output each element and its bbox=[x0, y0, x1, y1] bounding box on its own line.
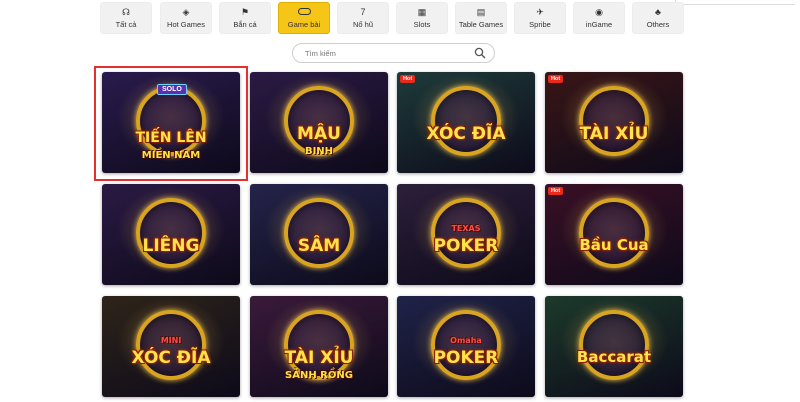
game-card-tai-xiu[interactable]: TÀI XỈU Hot bbox=[545, 72, 683, 173]
tab-label: Others bbox=[646, 20, 670, 29]
tab-bắn-cá[interactable]: ⚑ Bắn cá bbox=[219, 2, 271, 34]
tab-table-games[interactable]: ▤ Table Games bbox=[455, 2, 507, 34]
tab-label: Game bài bbox=[287, 20, 321, 29]
search-icon[interactable] bbox=[474, 47, 486, 59]
tab-label: Slots bbox=[413, 20, 431, 29]
game-title: XÓC ĐĨA bbox=[426, 124, 506, 144]
game-thumbnail bbox=[102, 184, 240, 285]
game-title: TÀI XỈU bbox=[284, 348, 354, 368]
emblem-ring bbox=[579, 198, 649, 268]
game-title: POKER bbox=[433, 348, 499, 368]
game-thumbnail bbox=[545, 296, 683, 397]
game-title: LIÊNG bbox=[142, 236, 200, 256]
game-thumbnail bbox=[102, 296, 240, 397]
game-card-sam[interactable]: SÂM bbox=[250, 184, 388, 285]
hot-badge: Hot bbox=[400, 75, 416, 83]
headset-icon: ☊ bbox=[122, 7, 130, 17]
emblem-ring bbox=[136, 198, 206, 268]
game-thumbnail bbox=[250, 184, 388, 285]
game-thumbnail bbox=[397, 296, 535, 397]
game-subtitle: BINH bbox=[304, 146, 334, 157]
game-title: SÂM bbox=[297, 236, 341, 256]
game-thumbnail bbox=[397, 184, 535, 285]
tab-label: Bắn cá bbox=[233, 20, 257, 29]
game-title: POKER bbox=[433, 236, 499, 256]
game-subtitle: MINI bbox=[160, 336, 182, 345]
fish-icon: ⚑ bbox=[240, 7, 250, 17]
emblem-ring bbox=[284, 198, 354, 268]
game-card-mau-binh[interactable]: MẬU BINH bbox=[250, 72, 388, 173]
solo-badge: SOLO bbox=[157, 84, 187, 95]
tab-slots[interactable]: ▦ Slots bbox=[396, 2, 448, 34]
clover-icon: ♣ bbox=[655, 7, 661, 17]
game-title: Bầu Cua bbox=[579, 236, 649, 254]
hot-badge: Hot bbox=[548, 75, 564, 83]
game-card-baccarat[interactable]: Baccarat bbox=[545, 296, 683, 397]
game-thumbnail bbox=[250, 72, 388, 173]
table-games-icon: ▤ bbox=[476, 7, 486, 17]
diamond-icon: ◈ bbox=[182, 7, 190, 17]
tab-label: Nổ hũ bbox=[352, 20, 373, 29]
tab-ingame[interactable]: ◉ inGame bbox=[573, 2, 625, 34]
tab-others[interactable]: ♣ Others bbox=[632, 2, 684, 34]
dropdown-edge bbox=[675, 0, 795, 5]
seven-icon: 7 bbox=[360, 7, 366, 17]
game-thumbnail bbox=[397, 72, 535, 173]
game-card-omaha-poker[interactable]: POKER Omaha bbox=[397, 296, 535, 397]
emblem-ring bbox=[579, 86, 649, 156]
game-subtitle: MIỀN NAM bbox=[141, 150, 201, 161]
tab-nổ-hũ[interactable]: 7 Nổ hũ bbox=[337, 2, 389, 34]
category-tabs: ☊ Tất cả ◈ Hot Games ⚑ Bắn cá Game bài 7 Nổ hũ ▦ S… bbox=[100, 2, 684, 34]
game-title: TÀI XỈU bbox=[579, 124, 649, 144]
tab-game-bài[interactable]: Game bài bbox=[278, 2, 330, 34]
game-title: TIẾN LÊN bbox=[135, 130, 207, 146]
slot-machine-icon: ▦ bbox=[417, 7, 427, 17]
game-card-bau-cua[interactable]: Bầu Cua Hot bbox=[545, 184, 683, 285]
search-box bbox=[292, 43, 495, 63]
emblem-ring bbox=[431, 86, 501, 156]
tab-spribe[interactable]: ✈ Spribe bbox=[514, 2, 566, 34]
game-subtitle: SẢNH RỒNG bbox=[285, 370, 353, 381]
game-title: MẬU bbox=[297, 124, 341, 144]
game-title: Baccarat bbox=[576, 348, 652, 366]
ingame-icon: ◉ bbox=[595, 7, 603, 17]
tab-label: Hot Games bbox=[167, 20, 205, 29]
spribe-icon: ✈ bbox=[536, 7, 544, 17]
game-card-xoc-dia-mini[interactable]: XÓC ĐĨA MINI bbox=[102, 296, 240, 397]
game-card-tai-xiu-sanh-rong[interactable]: TÀI XỈU SẢNH RỒNG bbox=[250, 296, 388, 397]
game-card-tien-len-mien-nam[interactable]: TIẾN LÊN MIỀN NAM SOLO bbox=[102, 72, 240, 173]
emblem-ring bbox=[579, 310, 649, 380]
game-card-xoc-dia[interactable]: XÓC ĐĨA Hot bbox=[397, 72, 535, 173]
game-thumbnail bbox=[545, 184, 683, 285]
emblem-ring bbox=[431, 310, 501, 380]
tab-label: Spribe bbox=[529, 20, 551, 29]
emblem-ring bbox=[136, 310, 206, 380]
game-subtitle: TEXAS bbox=[451, 224, 481, 233]
game-thumbnail bbox=[250, 296, 388, 397]
game-card-texas-poker[interactable]: POKER TEXAS bbox=[397, 184, 535, 285]
cards-icon bbox=[297, 7, 311, 17]
tab-label: inGame bbox=[585, 20, 613, 29]
game-thumbnail bbox=[545, 72, 683, 173]
game-title: XÓC ĐĨA bbox=[131, 348, 211, 368]
search-input[interactable] bbox=[305, 46, 475, 61]
tab-tất-cả[interactable]: ☊ Tất cả bbox=[100, 2, 152, 34]
game-card-lieng[interactable]: LIÊNG bbox=[102, 184, 240, 285]
hot-badge: Hot bbox=[548, 187, 564, 195]
game-subtitle: Omaha bbox=[450, 336, 482, 345]
tab-label: Tất cả bbox=[115, 20, 137, 29]
tab-hot-games[interactable]: ◈ Hot Games bbox=[160, 2, 212, 34]
game-grid: TIẾN LÊN MIỀN NAM SOLO MẬU BINH XÓC ĐĨA Hot TÀI… bbox=[102, 72, 684, 402]
emblem-ring bbox=[431, 198, 501, 268]
tab-label: Table Games bbox=[458, 20, 504, 29]
